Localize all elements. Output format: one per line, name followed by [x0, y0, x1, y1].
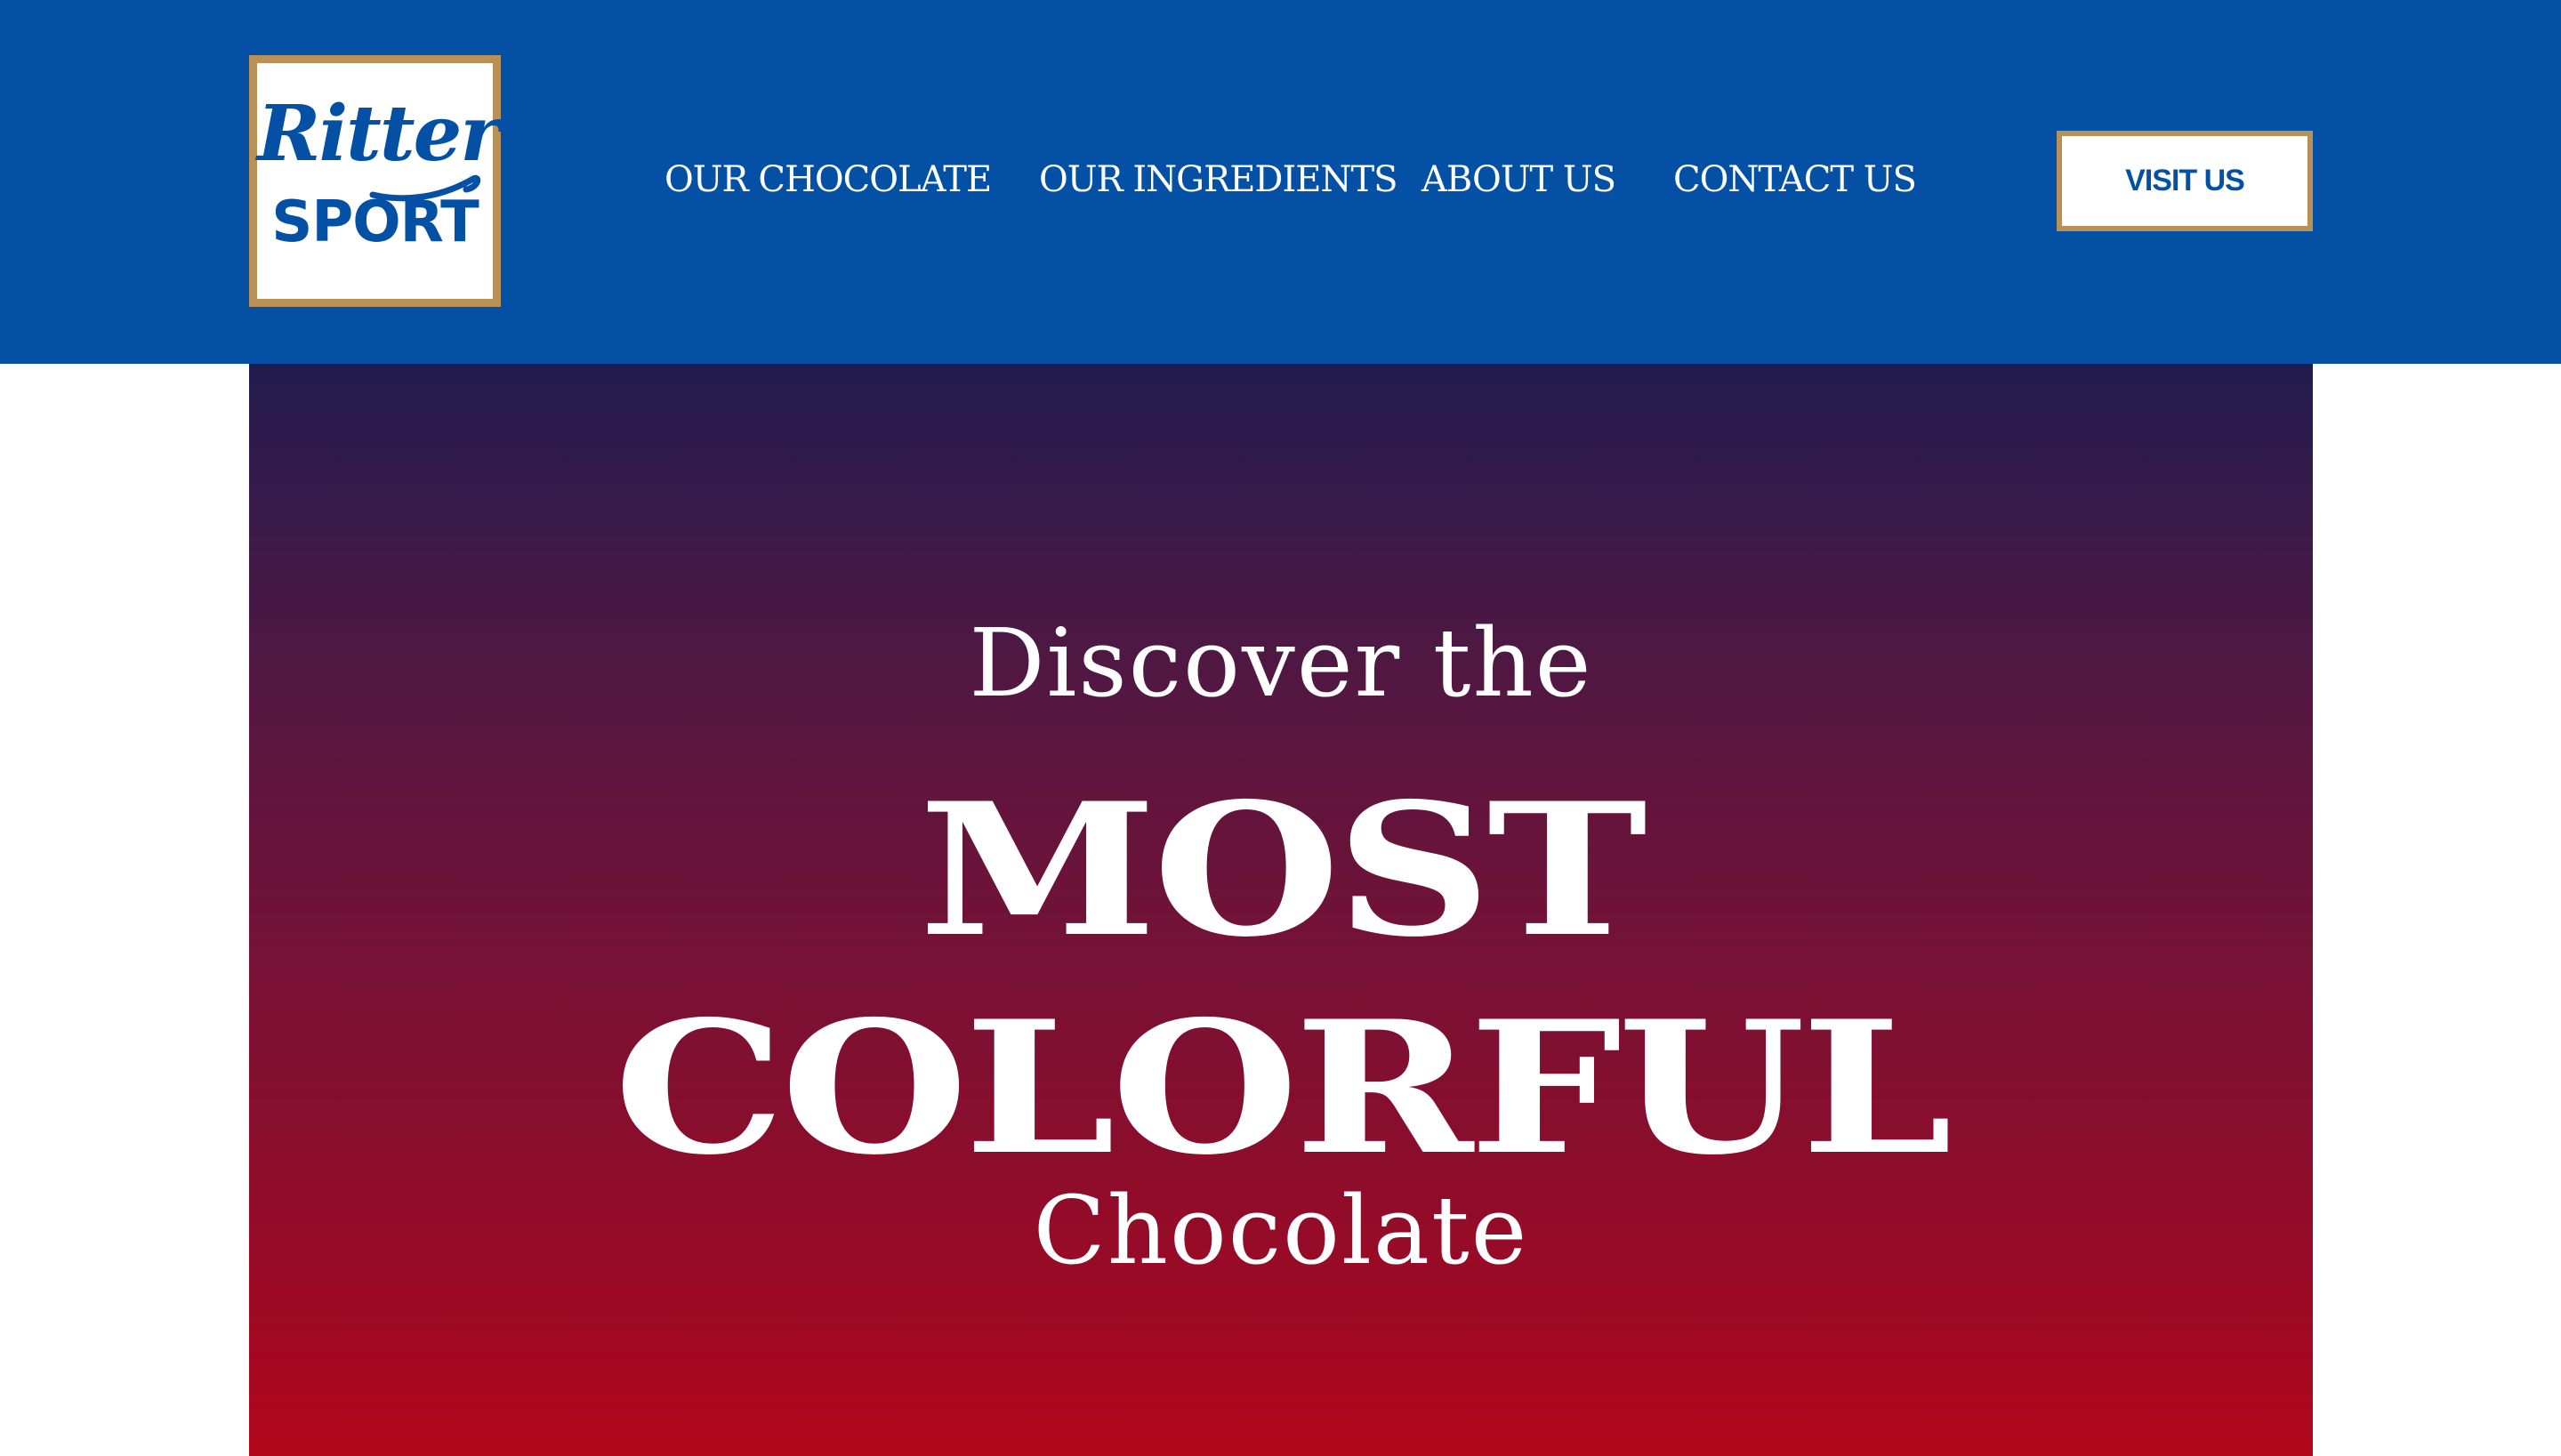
hero-line-chocolate: Chocolate [1033, 1176, 1529, 1285]
nav-item-our-chocolate[interactable]: OUR CHOCOLATE [664, 153, 992, 206]
hero-banner: Discover the MOST COLORFUL Chocolate [249, 364, 2313, 1456]
hero-line-colorful: COLORFUL [613, 982, 1953, 1195]
hero-line-discover: Discover the [969, 608, 1593, 718]
visit-us-button[interactable]: VISIT US [2057, 131, 2313, 231]
logo-wordmark-sport: SPORT [271, 189, 479, 255]
ritter-sport-logo[interactable]: Ritter SPORT [249, 55, 501, 307]
hero-line-most: MOST [918, 764, 1647, 977]
logo-wordmark-ritter: Ritter [257, 89, 501, 179]
nav-item-contact-us[interactable]: CONTACT US [1673, 153, 1917, 206]
logo-badge: Ritter SPORT [257, 63, 501, 299]
nav-item-about-us[interactable]: ABOUT US [1421, 153, 1616, 206]
nav-item-our-ingredients[interactable]: OUR INGREDIENTS [1039, 153, 1398, 206]
page: Ritter SPORT OUR CHOCOLATE OUR INGREDIEN… [0, 0, 2561, 1456]
site-header: Ritter SPORT OUR CHOCOLATE OUR INGREDIEN… [0, 0, 2561, 364]
